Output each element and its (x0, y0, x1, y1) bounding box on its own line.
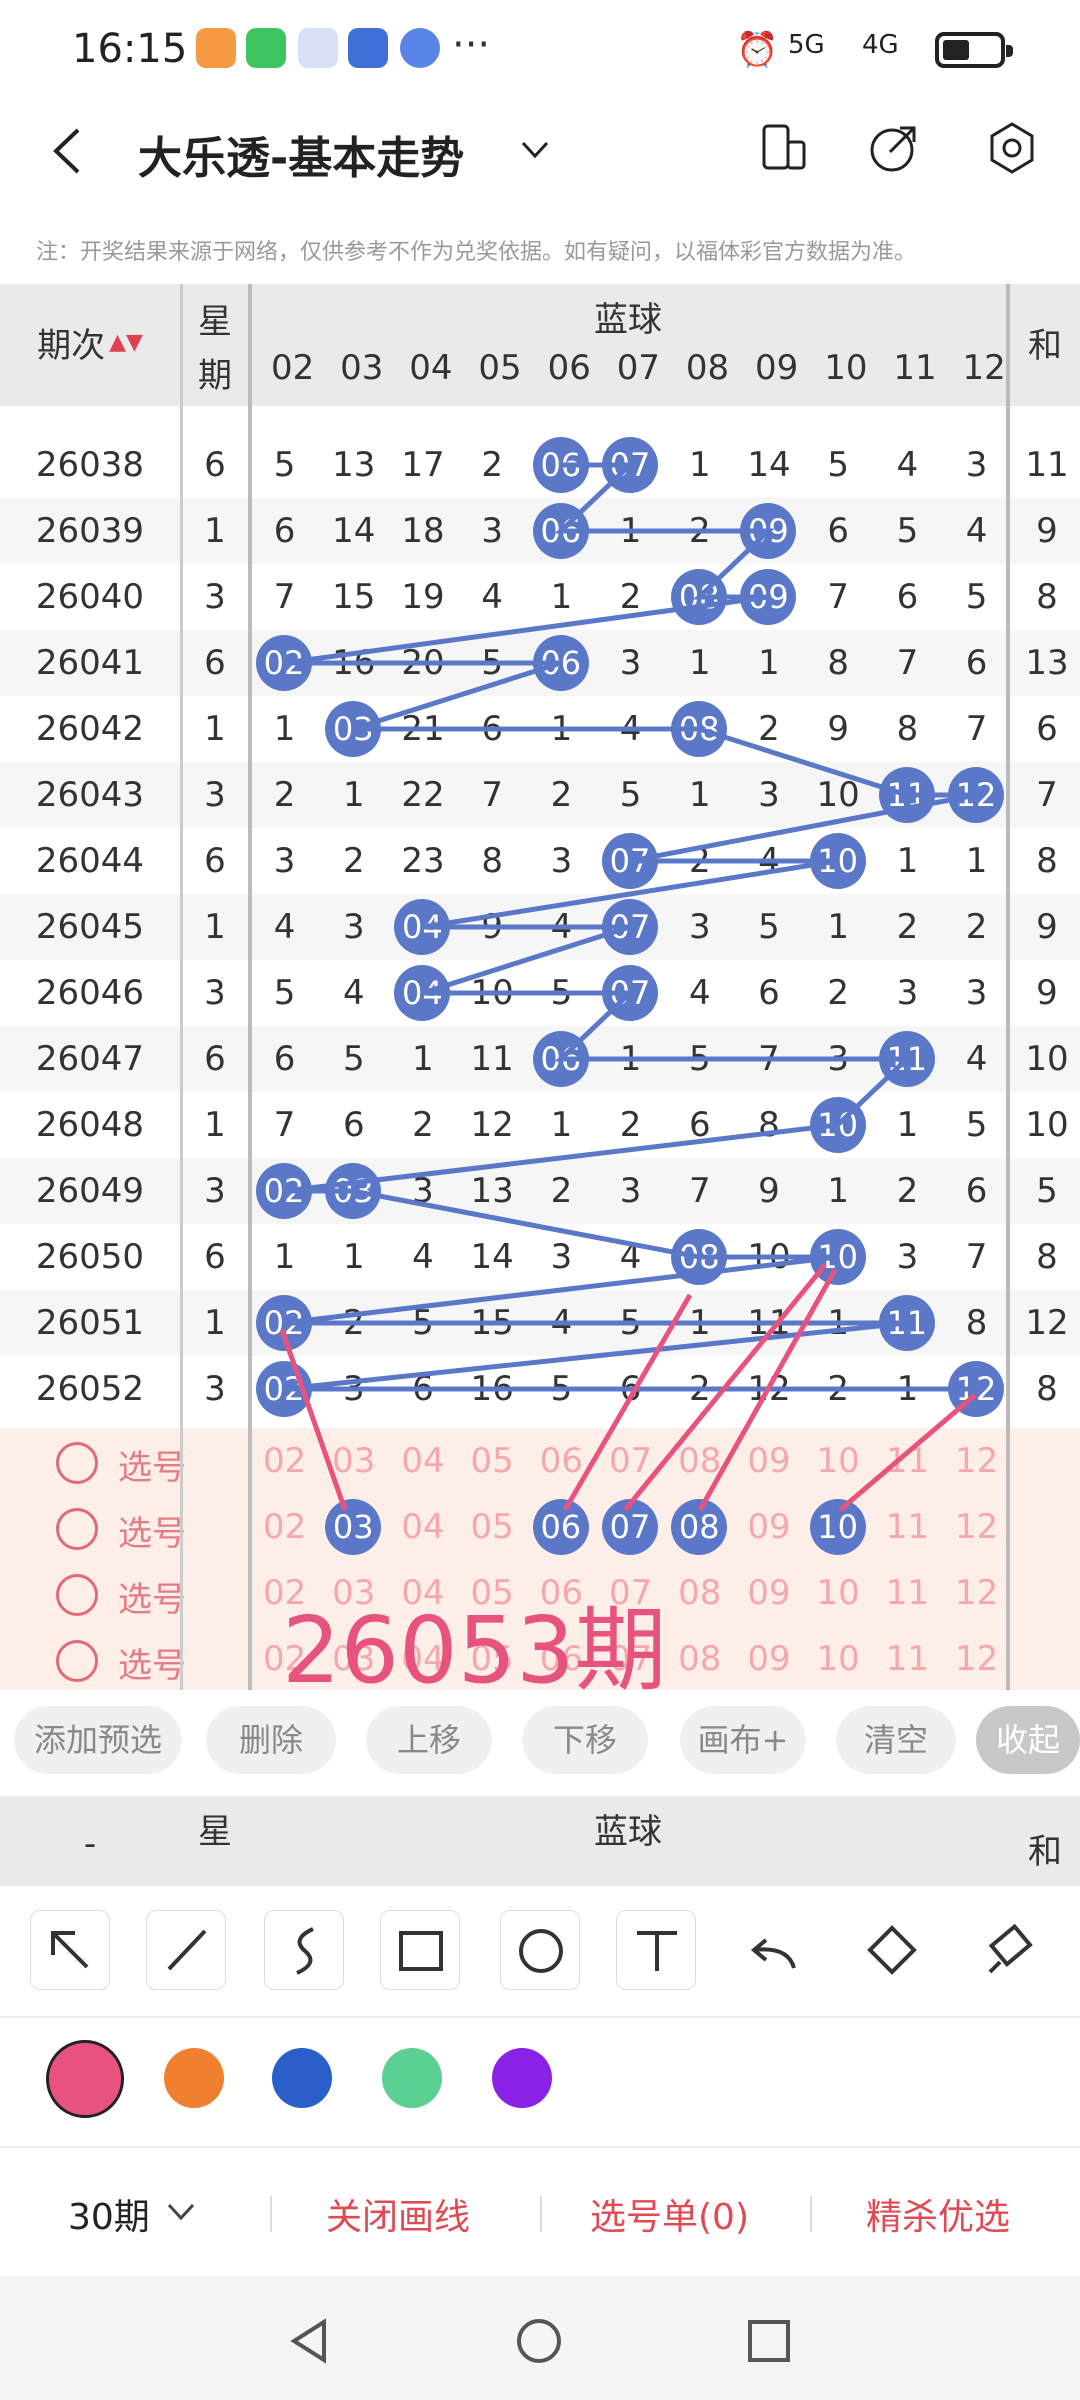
undo-icon[interactable] (736, 1910, 816, 1990)
action-button[interactable]: 添加预选 (14, 1706, 182, 1774)
action-button[interactable]: 上移 (366, 1706, 492, 1774)
color-swatch[interactable] (164, 2048, 224, 2108)
system-nav-bar (0, 2276, 1080, 2400)
line-tool-icon[interactable] (146, 1910, 226, 1990)
action-button[interactable]: 下移 (522, 1706, 648, 1774)
action-button[interactable]: 画布+ (680, 1706, 806, 1774)
nav-recents-icon[interactable] (744, 2316, 794, 2366)
color-swatch[interactable] (382, 2048, 442, 2108)
freehand-tool-icon[interactable] (264, 1910, 344, 1990)
eraser-icon[interactable] (852, 1910, 932, 1990)
text-tool-icon[interactable] (616, 1910, 696, 1990)
annotation-arrow (838, 1393, 977, 1512)
period-annotation: 26053期 (282, 1597, 667, 1704)
clear-brush-icon[interactable] (970, 1910, 1050, 1990)
annotation-arrow (279, 1329, 348, 1511)
pick-list-button[interactable]: 选号单(0) (590, 2188, 749, 2240)
arrow-tool-icon[interactable] (30, 1910, 110, 1990)
secondary-table-header: - 星 蓝球 和 (0, 1796, 1080, 1886)
action-button[interactable]: 清空 (836, 1706, 956, 1774)
action-button[interactable]: 收起 (976, 1706, 1080, 1774)
circle-tool-icon[interactable] (500, 1910, 580, 1990)
color-swatch[interactable] (492, 2048, 552, 2108)
trend-lines-overlay (279, 462, 977, 1512)
sum-column-header: 和 (1028, 1832, 1062, 1872)
trend-line (283, 462, 977, 1392)
color-swatch[interactable] (46, 2040, 124, 2118)
rectangle-tool-icon[interactable] (380, 1910, 460, 1990)
week-column-top: 星 (198, 1812, 232, 1852)
action-button[interactable]: 删除 (206, 1706, 336, 1774)
nav-home-icon[interactable] (514, 2316, 564, 2366)
period-range-select[interactable]: 30期 (68, 2188, 150, 2240)
optimize-button[interactable]: 精杀优选 (866, 2188, 1010, 2240)
annotation-arrow (562, 1293, 693, 1512)
blue-ball-group-header: 蓝球 (594, 1812, 662, 1852)
chevron-down-icon[interactable] (166, 2202, 196, 2222)
bottom-bar: 30期 关闭画线 选号单(0) 精杀优选 (0, 2146, 1080, 2274)
color-swatch[interactable] (272, 2048, 332, 2108)
close-lines-button[interactable]: 关闭画线 (326, 2188, 470, 2240)
nav-back-icon[interactable] (284, 2316, 334, 2366)
